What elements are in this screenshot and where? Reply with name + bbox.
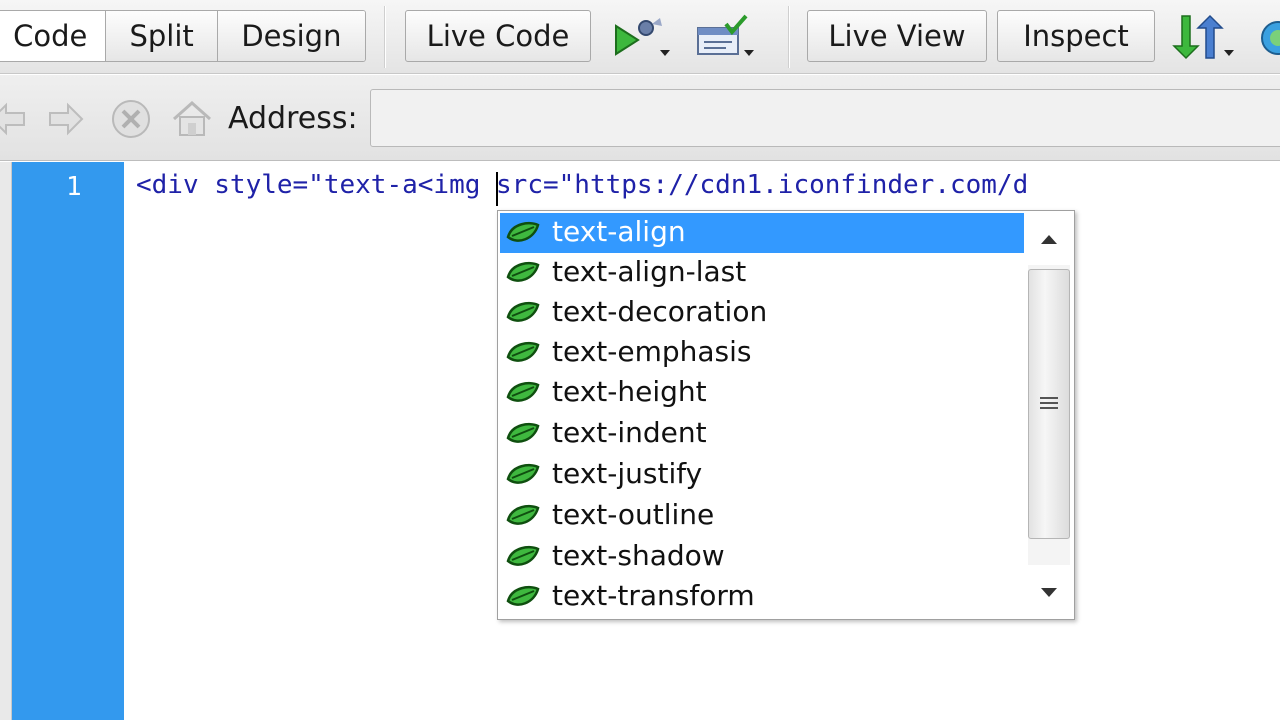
css-property-leaf-icon bbox=[506, 504, 540, 525]
live-code-button[interactable]: Live Code bbox=[405, 10, 591, 62]
stop-icon[interactable] bbox=[110, 97, 154, 141]
code-hint-list: text-align text-align-last text-decorati… bbox=[498, 211, 1026, 619]
code-hint-item[interactable]: text-outline bbox=[500, 496, 1024, 536]
grip-icon bbox=[1040, 397, 1058, 409]
code-hint-item[interactable]: text-align bbox=[500, 213, 1024, 253]
inspect-button[interactable]: Inspect bbox=[997, 10, 1155, 62]
home-icon[interactable] bbox=[170, 97, 214, 141]
code-hint-item[interactable]: text-transform bbox=[500, 577, 1024, 617]
code-hint-label: text-indent bbox=[552, 416, 707, 449]
toolbar-separator bbox=[384, 6, 386, 68]
file-transfer-icon[interactable] bbox=[1172, 14, 1236, 60]
css-property-leaf-icon bbox=[506, 463, 540, 484]
chevron-down-icon bbox=[1041, 588, 1057, 597]
address-input[interactable] bbox=[370, 89, 1280, 147]
chevron-up-icon bbox=[1041, 235, 1057, 244]
address-toolbar: Address: bbox=[0, 75, 1280, 161]
code-hint-scrollbar[interactable] bbox=[1026, 213, 1072, 617]
editor-margin bbox=[0, 162, 12, 720]
code-hint-item[interactable]: text-height bbox=[500, 373, 1024, 413]
back-arrow-icon[interactable] bbox=[0, 97, 32, 141]
line-number: 1 bbox=[66, 172, 82, 202]
play-in-browser-icon[interactable] bbox=[612, 14, 672, 60]
code-view-button[interactable]: Code bbox=[0, 11, 107, 61]
code-hint-label: text-align-last bbox=[552, 255, 747, 288]
scrollbar-thumb[interactable] bbox=[1028, 269, 1070, 539]
chevron-down-icon bbox=[660, 50, 670, 56]
document-toolbar: Code Split Design Live Code Live View In… bbox=[0, 0, 1280, 74]
view-mode-switcher: Code Split Design bbox=[0, 10, 366, 62]
code-hint-item[interactable]: text-emphasis bbox=[500, 333, 1024, 373]
css-property-leaf-icon bbox=[506, 422, 540, 443]
toolbar-separator bbox=[788, 6, 790, 68]
code-hint-item[interactable]: text-decoration bbox=[500, 293, 1024, 333]
css-property-leaf-icon bbox=[506, 301, 540, 322]
code-hint-item[interactable]: text-shadow bbox=[500, 537, 1024, 577]
code-line[interactable]: <div style="text-a<img src="https://cdn1… bbox=[136, 170, 1028, 200]
code-hint-popup[interactable]: text-align text-align-last text-decorati… bbox=[497, 210, 1075, 620]
code-hint-label: text-decoration bbox=[552, 295, 768, 328]
globe-icon[interactable] bbox=[1258, 14, 1280, 60]
chevron-down-icon bbox=[1224, 50, 1234, 56]
chevron-down-icon bbox=[744, 50, 754, 56]
css-property-leaf-icon bbox=[506, 545, 540, 566]
css-property-leaf-icon bbox=[506, 261, 540, 282]
css-property-leaf-icon bbox=[506, 341, 540, 362]
code-hint-label: text-emphasis bbox=[552, 335, 752, 368]
split-view-button[interactable]: Split bbox=[106, 11, 218, 61]
address-label: Address: bbox=[228, 101, 358, 136]
code-hint-label: text-height bbox=[552, 375, 707, 408]
live-view-button[interactable]: Live View bbox=[807, 10, 987, 62]
css-property-leaf-icon bbox=[506, 585, 540, 606]
design-view-button[interactable]: Design bbox=[217, 11, 365, 61]
code-hint-label: text-outline bbox=[552, 498, 715, 531]
text-cursor bbox=[496, 172, 498, 206]
css-property-leaf-icon bbox=[506, 381, 540, 402]
scroll-up-button[interactable] bbox=[1028, 215, 1070, 263]
scroll-down-button[interactable] bbox=[1028, 569, 1070, 617]
code-hint-label: text-transform bbox=[552, 579, 755, 612]
css-property-leaf-icon bbox=[506, 221, 540, 242]
code-hint-item[interactable]: text-indent bbox=[500, 414, 1024, 454]
code-hint-item[interactable]: text-justify bbox=[500, 455, 1024, 495]
validate-markup-icon[interactable] bbox=[696, 14, 756, 60]
line-number-gutter: 1 bbox=[12, 162, 124, 720]
code-hint-label: text-align bbox=[552, 215, 686, 248]
code-hint-item[interactable]: text-align-last bbox=[500, 253, 1024, 293]
code-hint-label: text-justify bbox=[552, 457, 703, 490]
code-hint-label: text-shadow bbox=[552, 539, 725, 572]
forward-arrow-icon[interactable] bbox=[42, 97, 86, 141]
